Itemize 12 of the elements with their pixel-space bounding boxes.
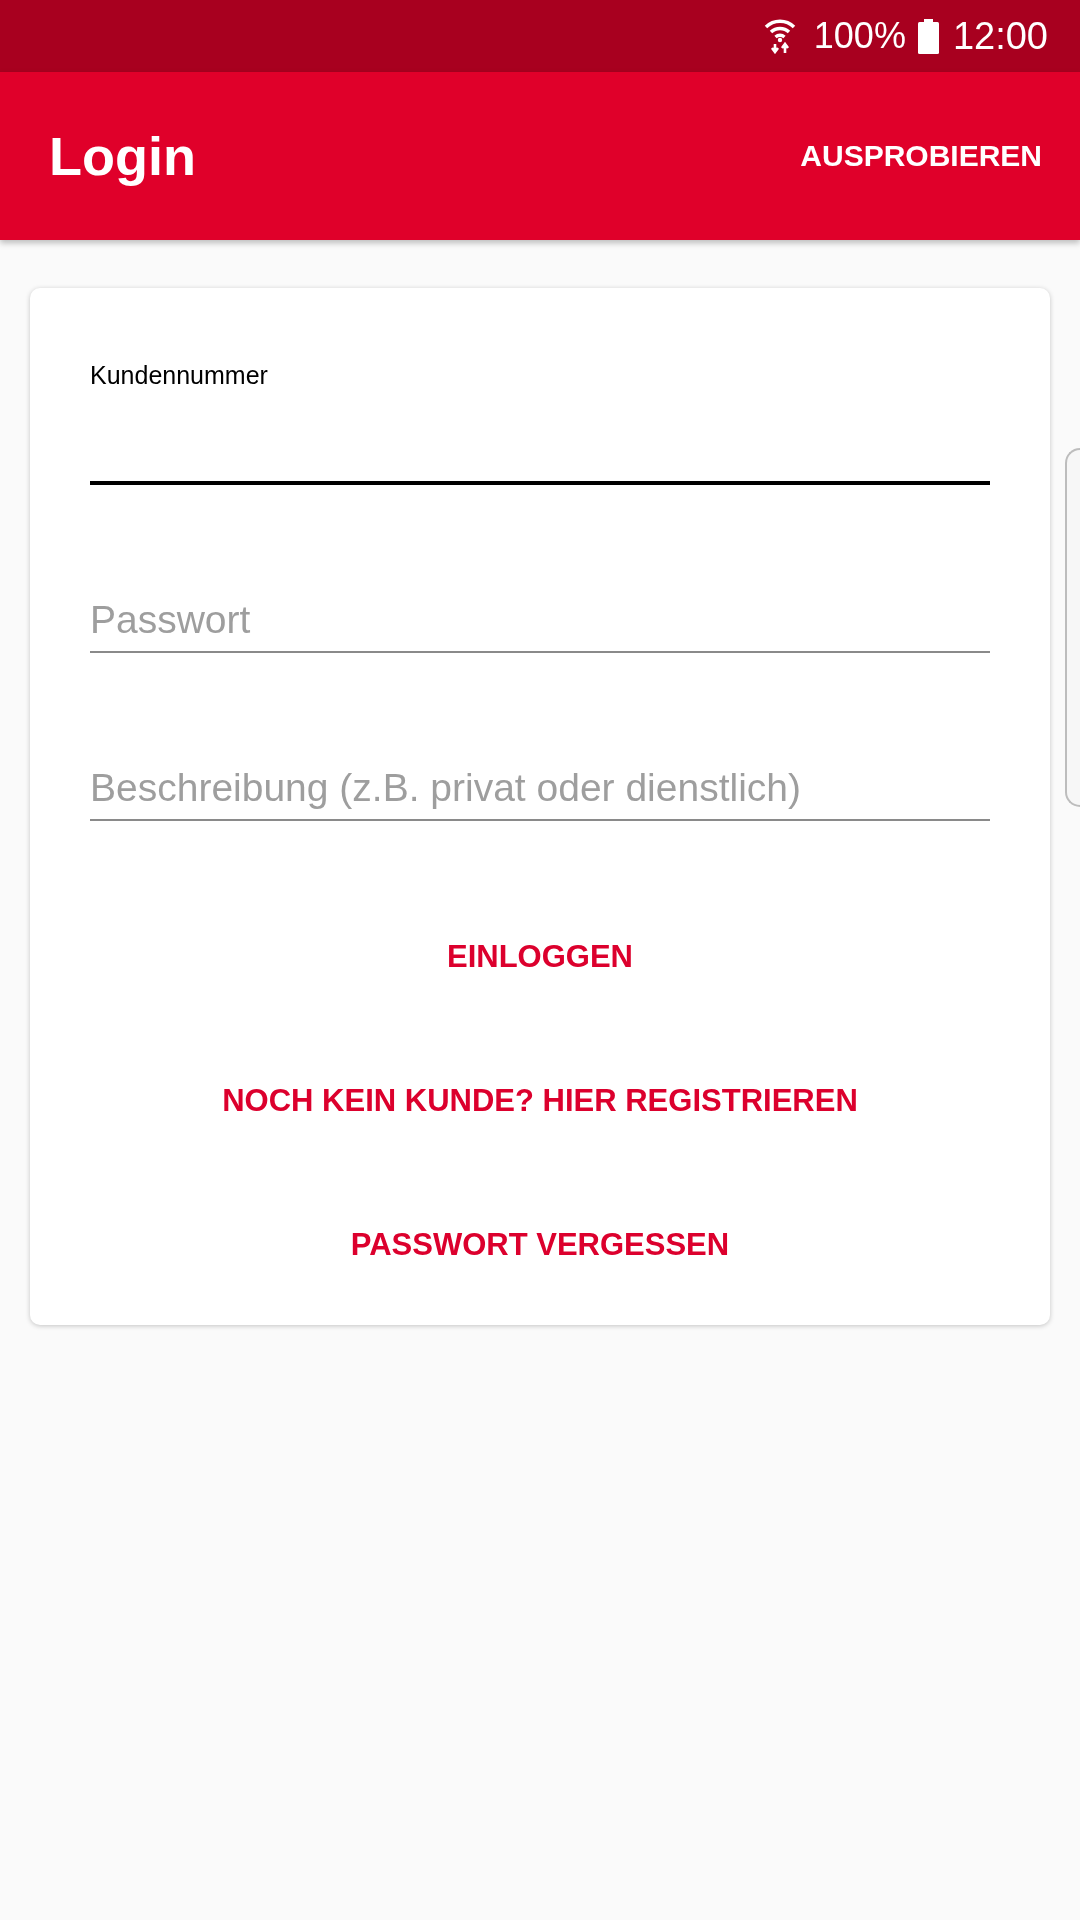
battery-percent: 100% (813, 18, 906, 54)
battery-icon (917, 18, 939, 54)
wifi-icon (763, 18, 796, 54)
text-button[interactable]: PASSWORT VERGESSEN (334, 1208, 746, 1280)
field-label: Kundennummer (90, 360, 269, 390)
text-button[interactable]: EINLOGGEN (431, 920, 649, 992)
edge-panel-handle[interactable] (1065, 448, 1080, 807)
input-field[interactable]: Beschreibung (z.B. privat oder dienstlich) (90, 749, 990, 821)
clock-time: 12:00 (952, 17, 1048, 55)
text-button[interactable]: NOCH KEIN KUNDE? HIER REGISTRIEREN (206, 1064, 874, 1136)
try-out-button[interactable]: AUSPROBIEREN (792, 129, 1050, 183)
input-field[interactable]: Passwort (90, 581, 990, 653)
